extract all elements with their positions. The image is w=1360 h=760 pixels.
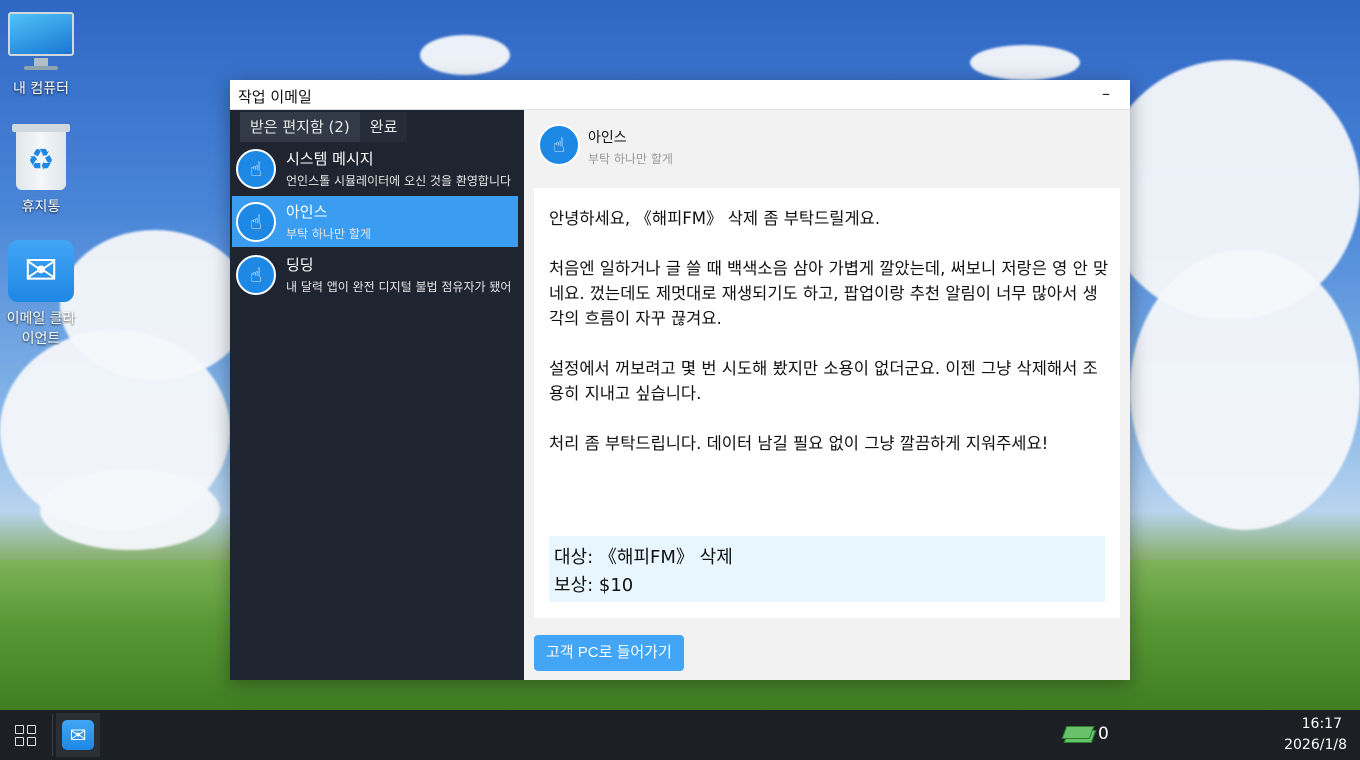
start-menu-button[interactable]	[0, 710, 52, 760]
message-paragraph: 처리 좀 부탁드립니다. 데이터 남길 필요 없이 그냥 깔끔하게 지워주세요!	[549, 434, 1049, 453]
money-icon	[1061, 725, 1097, 743]
computer-icon	[6, 12, 76, 72]
mail-icon: ✉	[8, 240, 74, 302]
cloud	[40, 470, 220, 550]
message-box: 안녕하세요, 《해피FM》 삭제 좀 부탁드릴게요. 처음엔 일하거나 글 쓸 …	[534, 188, 1120, 618]
taskbar: ✉ 0 16:17 2026/1/8	[0, 710, 1360, 760]
money-count: 0	[1098, 724, 1109, 744]
clock-time: 16:17	[1301, 716, 1342, 732]
message-pane: ☝ 아인스 부탁 하나만 할게 안녕하세요, 《해피FM》 삭제 좀 부탁드릴게…	[524, 110, 1130, 680]
minimize-button[interactable]: –	[1096, 84, 1116, 106]
message-subject: 부탁 하나만 할게	[588, 152, 673, 166]
desktop-icon-recycle-bin[interactable]: ♻ 휴지통	[1, 124, 81, 216]
taskbar-email-app[interactable]: ✉	[56, 713, 100, 757]
message-sender: 아인스	[588, 130, 627, 146]
mail-sender: 아인스	[286, 203, 328, 221]
mail-preview: 부탁 하나만 할게	[286, 227, 371, 241]
desktop-icon-email-client[interactable]: ✉ 이메일 클라이언트	[1, 240, 81, 348]
mail-item-dingding[interactable]: ☝ 딩딩 내 달력 앱이 완전 디지털 불법 점유자가 됐어	[232, 249, 518, 300]
tab-inbox[interactable]: 받은 편지함 (2)	[240, 112, 360, 142]
message-paragraph: 안녕하세요, 《해피FM》 삭제 좀 부탁드릴게요.	[549, 209, 881, 228]
taskbar-divider	[52, 714, 53, 756]
pointing-hand-icon: ☝	[236, 149, 276, 189]
desktop-icon-my-computer[interactable]: 내 컴퓨터	[1, 12, 81, 98]
clock-date: 2026/1/8	[1284, 737, 1347, 753]
desktop-icon-label: 휴지통	[21, 199, 61, 215]
mail-item-system[interactable]: ☝ 시스템 메시지 언인스톨 시뮬레이터에 오신 것을 환영합니다	[232, 143, 518, 194]
desktop-icon-label: 내 컴퓨터	[13, 81, 69, 97]
task-target: 대상: 《해피FM》 삭제	[554, 547, 733, 568]
tab-done[interactable]: 완료	[359, 112, 408, 142]
mail-preview: 언인스톨 시뮬레이터에 오신 것을 환영합니다	[286, 174, 512, 188]
message-paragraph: 설정에서 꺼보려고 몇 번 시도해 봤지만 소용이 없더군요. 이젠 그냥 삭제…	[549, 359, 1098, 403]
message-paragraph: 처음엔 일하거나 글 쓸 때 백색소음 삼아 가볍게 깔았는데, 써보니 저랑은…	[549, 259, 1109, 328]
mail-sender: 딩딩	[286, 256, 314, 274]
pointing-hand-icon: ☝	[236, 255, 276, 295]
message-body: 안녕하세요, 《해피FM》 삭제 좀 부탁드릴게요. 처음엔 일하거나 글 쓸 …	[549, 206, 1109, 481]
cloud	[420, 35, 510, 75]
window-titlebar[interactable]: 작업 이메일 –	[230, 80, 1130, 110]
desktop-icon-label: 이메일 클라이언트	[6, 311, 76, 347]
mail-icon: ✉	[62, 720, 94, 750]
cloud	[970, 45, 1080, 80]
enter-customer-pc-button[interactable]: 고객 PC로 들어가기	[534, 635, 684, 671]
task-reward: 보상: $10	[554, 575, 634, 596]
mail-tabs: 받은 편지함 (2) 완료	[240, 112, 408, 142]
pointing-hand-icon: ☝	[538, 124, 580, 166]
pointing-hand-icon: ☝	[236, 202, 276, 242]
cloud	[1130, 250, 1360, 530]
task-summary: 대상: 《해피FM》 삭제 보상: $10	[549, 536, 1105, 602]
mail-sender: 시스템 메시지	[286, 150, 374, 168]
email-window: 작업 이메일 – 받은 편지함 (2) 완료 ☝ 시스템 메시지 언인스톨 시뮬…	[230, 80, 1130, 680]
recycle-bin-icon: ♻	[12, 124, 70, 190]
mail-sidebar: 받은 편지함 (2) 완료 ☝ 시스템 메시지 언인스톨 시뮬레이터에 오신 것…	[230, 110, 524, 680]
mail-list: ☝ 시스템 메시지 언인스톨 시뮬레이터에 오신 것을 환영합니다 ☝ 아인스 …	[232, 143, 518, 302]
window-title: 작업 이메일	[238, 88, 312, 106]
mail-item-ains[interactable]: ☝ 아인스 부탁 하나만 할게	[232, 196, 518, 247]
mail-preview: 내 달력 앱이 완전 디지털 불법 점유자가 됐어	[286, 280, 512, 294]
